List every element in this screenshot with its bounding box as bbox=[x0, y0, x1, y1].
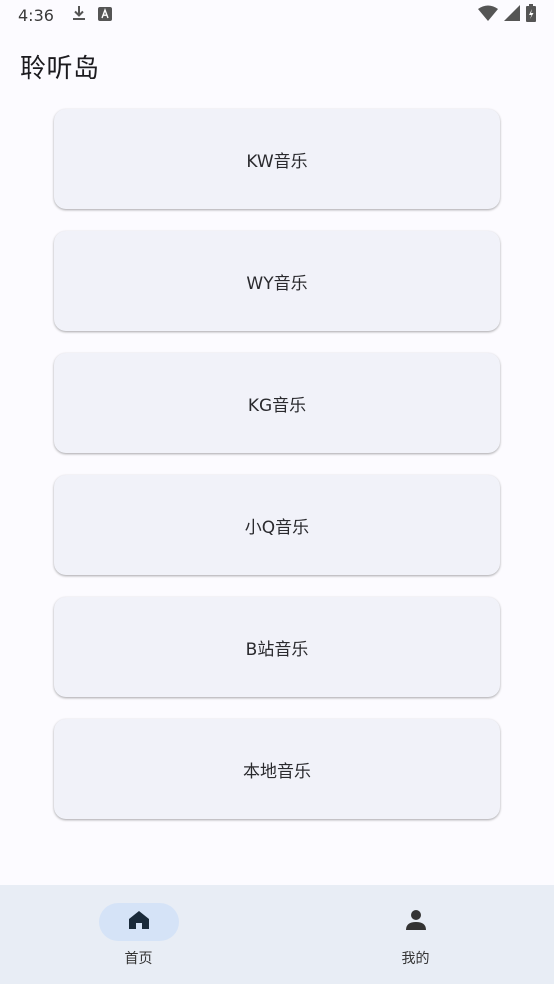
status-notification-icons bbox=[72, 5, 112, 25]
nav-item-home[interactable]: 首页 bbox=[0, 885, 277, 984]
person-icon bbox=[405, 909, 427, 935]
status-time: 4:36 bbox=[18, 5, 54, 25]
source-card-label: B站音乐 bbox=[245, 639, 309, 660]
source-card-label: 本地音乐 bbox=[243, 761, 311, 782]
source-card-label: KW音乐 bbox=[246, 151, 308, 172]
source-card-label: KG音乐 bbox=[247, 395, 307, 416]
signal-icon bbox=[504, 5, 520, 25]
page-title: 聆听岛 bbox=[20, 54, 100, 84]
source-card-xiaoq[interactable]: 小Q音乐 bbox=[54, 475, 500, 575]
nav-label-home: 首页 bbox=[124, 951, 153, 967]
source-card-label: 小Q音乐 bbox=[244, 517, 310, 538]
nav-icon-container bbox=[376, 903, 456, 941]
music-source-list: KW音乐 WY音乐 KG音乐 小Q音乐 B站音乐 本地音乐 bbox=[54, 109, 500, 841]
status-bar: 4:36 bbox=[0, 0, 554, 30]
a-badge-icon bbox=[97, 6, 112, 25]
download-icon bbox=[72, 5, 86, 25]
source-card-kw[interactable]: KW音乐 bbox=[54, 109, 500, 209]
nav-label-profile: 我的 bbox=[401, 951, 430, 967]
source-card-kg[interactable]: KG音乐 bbox=[54, 353, 500, 453]
home-icon bbox=[128, 910, 150, 934]
status-system-icons bbox=[478, 4, 536, 26]
bottom-nav: 首页 我的 bbox=[0, 885, 554, 984]
wifi-icon bbox=[478, 5, 498, 25]
nav-item-profile[interactable]: 我的 bbox=[277, 885, 554, 984]
source-card-wy[interactable]: WY音乐 bbox=[54, 231, 500, 331]
source-card-local[interactable]: 本地音乐 bbox=[54, 719, 500, 819]
source-card-label: WY音乐 bbox=[246, 273, 308, 294]
battery-icon bbox=[526, 4, 536, 26]
nav-active-indicator bbox=[98, 903, 179, 941]
source-card-bilibili[interactable]: B站音乐 bbox=[54, 597, 500, 697]
